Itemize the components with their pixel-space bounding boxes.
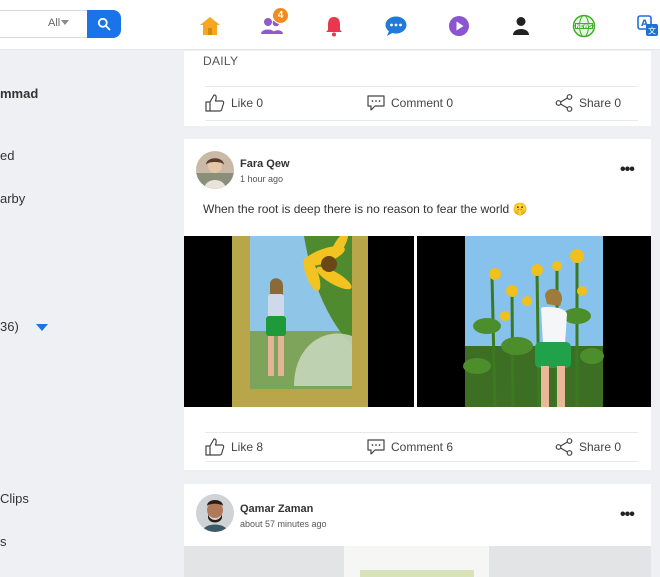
search-filter-select[interactable]: All (48, 17, 70, 29)
divider (205, 461, 638, 462)
chat-icon[interactable] (383, 13, 409, 39)
post-image[interactable] (184, 236, 414, 407)
post-time[interactable]: about 57 minutes ago (240, 519, 327, 529)
top-bar: All 4 NEWS A文 (0, 0, 660, 50)
left-sidebar: mmad ed arby 36) Clips s (0, 51, 182, 577)
search-filter-value: All (48, 17, 61, 29)
post-actions: Like 0 Comment 0 Share 0 (184, 88, 651, 118)
search-icon (97, 17, 111, 31)
profile-icon[interactable] (508, 13, 534, 39)
post-image[interactable] (184, 546, 651, 577)
sidebar-item-profile[interactable]: mmad (0, 86, 38, 101)
notification-count-badge: 4 (272, 7, 289, 24)
share-icon (555, 438, 573, 456)
svg-text:文: 文 (648, 26, 656, 36)
sidebar-item-feed[interactable]: ed (0, 148, 14, 163)
share-icon (555, 94, 573, 112)
more-options-button[interactable]: ••• (620, 506, 635, 524)
comment-button[interactable]: Comment 0 (367, 88, 453, 118)
post-card: DAILY Like 0 Comment 0 Share 0 (184, 51, 651, 126)
like-count: Like 8 (231, 440, 264, 454)
comment-count: Comment 0 (391, 96, 454, 110)
post-card: Qamar Zaman about 57 minutes ago ••• (184, 484, 651, 577)
like-count: Like 0 (231, 96, 264, 110)
avatar[interactable] (196, 494, 234, 532)
share-count: Share 0 (579, 96, 622, 110)
avatar[interactable] (196, 151, 234, 189)
sidebar-item-more[interactable]: s (0, 534, 7, 549)
post-author[interactable]: Qamar Zaman (240, 503, 313, 515)
sidebar-item-clips[interactable]: Clips (0, 491, 29, 506)
comment-icon (367, 439, 385, 455)
search-button[interactable] (87, 10, 121, 38)
image-tile-detail (360, 570, 474, 577)
share-count: Share 0 (579, 440, 622, 454)
chevron-down-icon[interactable] (36, 324, 48, 331)
share-button[interactable]: Share 0 (555, 432, 621, 462)
divider (205, 120, 638, 121)
divider (205, 86, 638, 87)
post-author[interactable]: Fara Qew (240, 158, 290, 170)
thumbs-up-icon (205, 438, 225, 456)
like-button[interactable]: Like 8 (205, 432, 263, 462)
bell-icon[interactable] (321, 13, 347, 39)
post-image[interactable] (417, 236, 651, 407)
post-text: DAILY (203, 54, 239, 68)
search-input[interactable] (0, 10, 88, 38)
sidebar-item-nearby[interactable]: arby (0, 191, 25, 206)
share-button[interactable]: Share 0 (555, 88, 621, 118)
sidebar-item-count[interactable]: 36) (0, 319, 19, 334)
video-icon[interactable] (446, 13, 472, 39)
comment-button[interactable]: Comment 6 (367, 432, 453, 462)
comment-icon (367, 95, 385, 111)
post-actions: Like 8 Comment 6 Share 0 (184, 432, 651, 462)
news-icon[interactable]: NEWS (571, 13, 597, 39)
post-card: Fara Qew 1 hour ago ••• When the root is… (184, 139, 651, 470)
home-icon[interactable] (197, 13, 223, 39)
svg-text:NEWS: NEWS (576, 24, 593, 30)
post-time[interactable]: 1 hour ago (240, 174, 283, 184)
chevron-down-icon (61, 20, 70, 25)
post-text: When the root is deep there is no reason… (203, 202, 528, 216)
like-button[interactable]: Like 0 (205, 88, 263, 118)
translate-icon[interactable]: A文 (635, 13, 660, 39)
thumbs-up-icon (205, 94, 225, 112)
more-options-button[interactable]: ••• (620, 161, 635, 179)
comment-count: Comment 6 (391, 440, 454, 454)
